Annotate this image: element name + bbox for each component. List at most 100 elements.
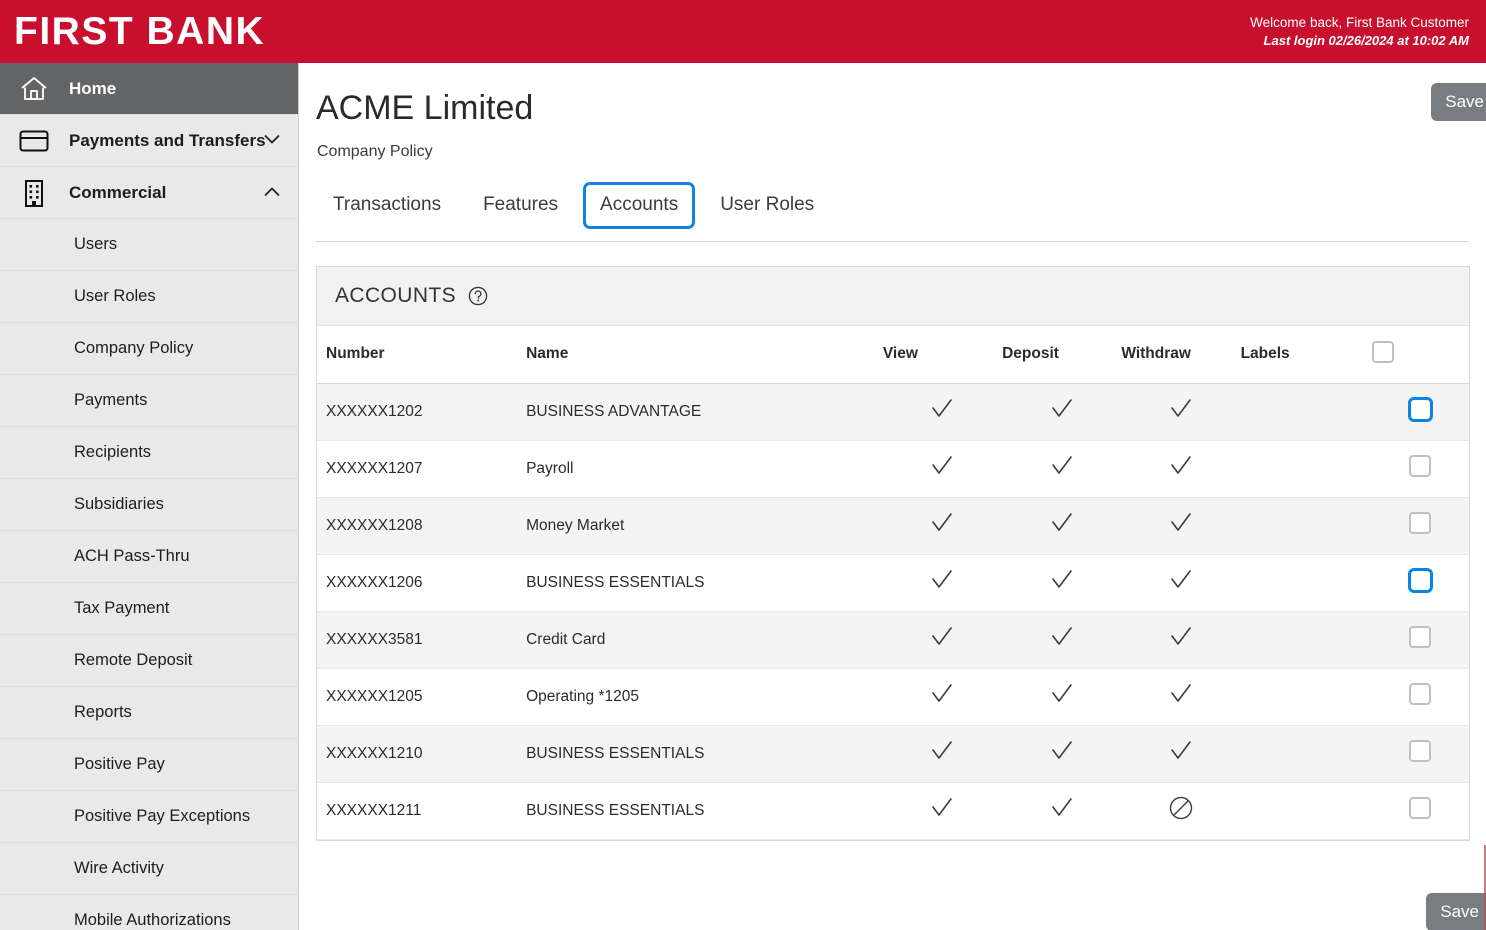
- sidebar-item-label: Commercial: [69, 182, 167, 202]
- cell-deposit-permission: [1002, 440, 1122, 498]
- sidebar-item-home[interactable]: Home: [0, 63, 298, 115]
- cell-withdraw-permission: [1121, 440, 1241, 498]
- tab-user-roles[interactable]: User Roles: [703, 182, 831, 229]
- sidebar-item-ach-pass-thru[interactable]: ACH Pass-Thru: [0, 531, 298, 583]
- sidebar-item-users[interactable]: Users: [0, 219, 298, 271]
- tab-transactions[interactable]: Transactions: [316, 182, 458, 229]
- cell-labels: [1240, 554, 1372, 612]
- sidebar-item-label: Payments and Transfers: [69, 130, 266, 150]
- row-checkbox[interactable]: [1409, 512, 1432, 534]
- sidebar-item-label: Recipients: [74, 443, 152, 461]
- sidebar-item-tax-payment[interactable]: Tax Payment: [0, 583, 298, 635]
- cell-deposit-permission: [1002, 554, 1122, 612]
- accounts-card: ACCOUNTS Number Name View Deposit Withdr…: [316, 266, 1470, 841]
- sidebar-item-remote-deposit[interactable]: Remote Deposit: [0, 635, 298, 687]
- sidebar-item-label: Mobile Authorizations: [74, 911, 231, 929]
- cell-account-number: XXXXXX3581: [317, 611, 520, 669]
- column-header-deposit: Deposit: [1002, 326, 1122, 384]
- check-icon: [930, 568, 954, 592]
- sidebar-item-label: Positive Pay: [74, 755, 165, 773]
- sidebar-item-commercial[interactable]: Commercial: [0, 167, 298, 219]
- select-all-checkbox[interactable]: [1371, 340, 1394, 363]
- cell-labels: [1240, 725, 1372, 783]
- sidebar-item-company-policy[interactable]: Company Policy: [0, 323, 298, 375]
- row-checkbox[interactable]: [1409, 683, 1432, 705]
- accounts-section-title: ACCOUNTS: [335, 284, 457, 307]
- cell-withdraw-permission: [1121, 497, 1241, 555]
- table-row[interactable]: XXXXXX1207 Payroll: [317, 440, 1469, 498]
- cell-labels: [1240, 440, 1372, 498]
- chevron-down-icon[interactable]: [264, 134, 280, 148]
- bank-logo[interactable]: FIRST BANK: [0, 12, 265, 51]
- cell-account-name: Operating *1205: [519, 668, 883, 726]
- save-button-bottom[interactable]: Save: [1426, 893, 1486, 930]
- table-row[interactable]: XXXXXX1211 BUSINESS ESSENTIALS: [317, 782, 1469, 840]
- row-checkbox[interactable]: [1407, 567, 1433, 593]
- row-checkbox[interactable]: [1409, 740, 1432, 762]
- accounts-table-head: Number Name View Deposit Withdraw Labels: [317, 326, 1469, 384]
- chevron-up-icon[interactable]: [264, 186, 280, 200]
- table-row[interactable]: XXXXXX1202 BUSINESS ADVANTAGE: [317, 383, 1469, 441]
- cell-account-number: XXXXXX1207: [317, 440, 520, 498]
- table-row[interactable]: XXXXXX3581 Credit Card: [317, 611, 1469, 669]
- cell-row-select: [1371, 554, 1469, 612]
- check-icon: [1169, 454, 1193, 478]
- cell-account-name: BUSINESS ESSENTIALS: [519, 725, 883, 783]
- page-subtitle: Company Policy: [317, 143, 433, 160]
- question-circle-icon[interactable]: [468, 286, 488, 306]
- last-login-text: Last login 02/26/2024 at 10:02 AM: [1263, 32, 1469, 48]
- sidebar-item-payments-and-transfers[interactable]: Payments and Transfers: [0, 115, 298, 167]
- sidebar-item-mobile-authorizations[interactable]: Mobile Authorizations: [0, 895, 298, 930]
- sidebar-item-subsidiaries[interactable]: Subsidiaries: [0, 479, 298, 531]
- check-icon: [1050, 454, 1074, 478]
- cell-view-permission: [882, 668, 1003, 726]
- accounts-card-header: ACCOUNTS: [317, 267, 1469, 326]
- cell-account-number: XXXXXX1206: [317, 554, 520, 612]
- cell-view-permission: [882, 725, 1003, 783]
- column-header-select-all: [1371, 326, 1469, 384]
- sidebar-item-payments[interactable]: Payments: [0, 375, 298, 427]
- cell-account-name: BUSINESS ESSENTIALS: [519, 554, 883, 612]
- prohibited-icon: [1168, 795, 1194, 821]
- cell-account-name: Credit Card: [519, 611, 883, 669]
- row-checkbox[interactable]: [1409, 797, 1432, 819]
- cell-withdraw-permission: [1121, 725, 1241, 783]
- cell-row-select: [1371, 668, 1469, 726]
- sidebar-item-reports[interactable]: Reports: [0, 687, 298, 739]
- sidebar-item-label: Users: [74, 235, 118, 253]
- cell-withdraw-permission: [1121, 554, 1241, 612]
- column-header-number: Number: [317, 326, 520, 384]
- cell-labels: [1240, 782, 1372, 840]
- sidebar-item-label: Company Policy: [74, 339, 194, 357]
- sidebar-item-recipients[interactable]: Recipients: [0, 427, 298, 479]
- cell-account-number: XXXXXX1208: [317, 497, 520, 555]
- row-checkbox[interactable]: [1409, 626, 1432, 648]
- sidebar-item-positive-pay[interactable]: Positive Pay: [0, 739, 298, 791]
- tab-bar: Transactions Features Accounts User Role…: [316, 182, 1469, 242]
- save-button-top[interactable]: Save: [1431, 83, 1486, 121]
- main-content: ACME Limited Company Policy Save Transac…: [300, 63, 1486, 930]
- app-root: FIRST BANK Welcome back, First Bank Cust…: [0, 0, 1486, 930]
- top-header-bar: FIRST BANK Welcome back, First Bank Cust…: [0, 0, 1486, 63]
- tab-features[interactable]: Features: [466, 182, 575, 229]
- column-header-withdraw: Withdraw: [1121, 326, 1241, 384]
- row-checkbox[interactable]: [1407, 396, 1433, 422]
- cell-account-number: XXXXXX1202: [317, 383, 520, 441]
- sidebar-nav[interactable]: Home Payments and Transfers Commercial U…: [0, 63, 299, 930]
- cell-row-select: [1371, 725, 1469, 783]
- sidebar-item-wire-activity[interactable]: Wire Activity: [0, 843, 298, 895]
- page-title: ACME Limited: [316, 89, 534, 127]
- check-icon: [930, 682, 954, 706]
- sidebar-item-positive-pay-exceptions[interactable]: Positive Pay Exceptions: [0, 791, 298, 843]
- table-row[interactable]: XXXXXX1205 Operating *1205: [317, 668, 1469, 726]
- sidebar-item-user-roles[interactable]: User Roles: [0, 271, 298, 323]
- tab-accounts[interactable]: Accounts: [583, 182, 696, 229]
- table-row[interactable]: XXXXXX1210 BUSINESS ESSENTIALS: [317, 725, 1469, 783]
- accounts-table: Number Name View Deposit Withdraw Labels…: [317, 326, 1469, 840]
- cell-view-permission: [882, 611, 1003, 669]
- table-row[interactable]: XXXXXX1208 Money Market: [317, 497, 1469, 555]
- column-header-view: View: [882, 326, 1003, 384]
- cell-view-permission: [882, 383, 1003, 441]
- table-row[interactable]: XXXXXX1206 BUSINESS ESSENTIALS: [317, 554, 1469, 612]
- row-checkbox[interactable]: [1409, 455, 1432, 477]
